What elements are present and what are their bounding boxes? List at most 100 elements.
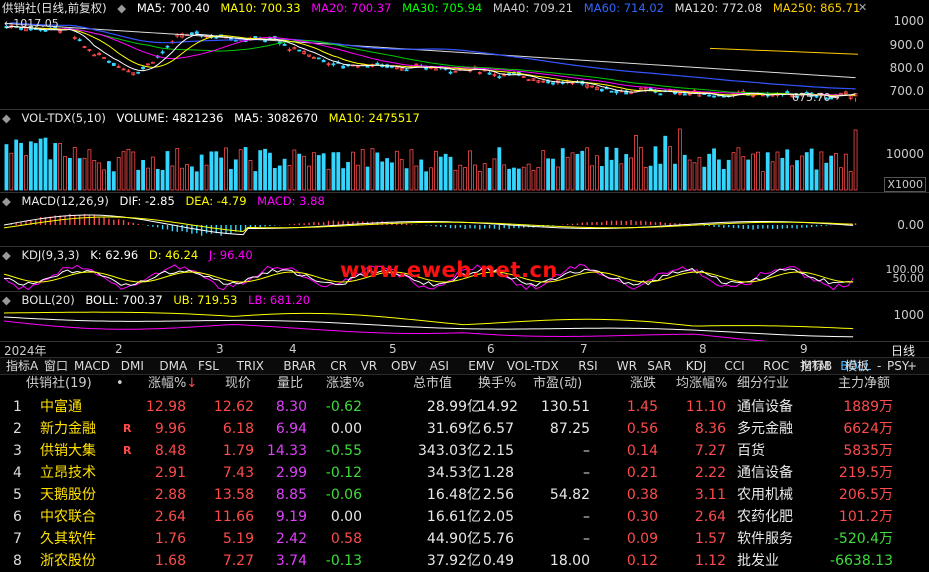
tab-psy[interactable]: PSY	[887, 358, 909, 374]
volume-bar	[585, 147, 590, 191]
tab-wr[interactable]: WR	[617, 358, 637, 374]
col-header-avg[interactable]: 均涨幅%	[676, 374, 727, 394]
tab-asi[interactable]: ASI	[430, 358, 449, 374]
cell-avg: 2.64	[694, 509, 726, 525]
table-row[interactable]: 8 浙农股份 1.68 7.27 3.74 -0.13 37.92亿 0.49 18.00 0.1…	[0, 550, 929, 572]
volume-bar	[746, 159, 751, 191]
tab-emv[interactable]: EMV	[468, 358, 494, 374]
tab-trix[interactable]: TRIX	[237, 358, 264, 374]
timeline-month: 7	[580, 342, 588, 356]
cell-change: 1.45	[626, 399, 658, 415]
boll-panel[interactable]: ◆ BOLL(20) BOLL: 700.37 UB: 719.53 LB: 6…	[0, 292, 880, 342]
cell-vr: 2.42	[275, 531, 307, 547]
volume-bar	[180, 167, 185, 191]
volume-bar	[682, 154, 687, 191]
candle	[102, 57, 106, 60]
tab-指标a[interactable]: 指标A	[6, 358, 38, 374]
cell-pe: 54.82	[549, 487, 590, 503]
cell-pe: –	[583, 509, 590, 525]
macd-panel[interactable]: ◆ MACD(12,26,9) DIF: -2.85 DEA: -4.79 MA…	[0, 193, 880, 246]
table-row[interactable]: 4 立昂技术 2.91 7.43 2.99 -0.12 34.53亿 1.28 – 0.21 2.2…	[0, 462, 929, 484]
volume-bar	[502, 164, 507, 191]
tab-obv[interactable]: OBV	[391, 358, 417, 374]
cell-change: 0.30	[626, 509, 658, 525]
cell-flow: -6638.13	[830, 553, 893, 569]
cell-mcap: 44.90亿	[426, 531, 481, 547]
tab-indicator-b[interactable]: 指标B	[800, 358, 832, 374]
col-header-pe[interactable]: 市盈(动)	[533, 374, 582, 394]
candle	[404, 69, 409, 72]
candle	[448, 71, 453, 74]
table-row[interactable]: 5 天鹅股份 2.88 13.58 8.85 -0.06 16.48亿 2.56 54.82 0.…	[0, 484, 929, 506]
cell-pe: 87.25	[549, 421, 590, 437]
tab-kdj[interactable]: KDJ	[686, 358, 707, 374]
col-header-industry[interactable]: 细分行业	[737, 374, 789, 394]
volume-bar	[229, 168, 233, 191]
cell-flow: -520.4万	[833, 531, 893, 547]
tab-dma[interactable]: DMA	[159, 358, 187, 374]
tab-cci[interactable]: CCI	[724, 358, 744, 374]
volume-bar	[848, 171, 853, 191]
tab-rsi[interactable]: RSI	[578, 358, 598, 374]
candle	[497, 76, 502, 79]
col-header-price[interactable]: 现价	[225, 374, 251, 394]
tab-macd[interactable]: MACD	[74, 358, 110, 374]
col-header-speed[interactable]: 涨速%	[326, 374, 364, 394]
volume-bar	[521, 166, 526, 191]
indicator-tabs: 指标A 窗口 MACD DMI DMA FSL TRIX BRAR CR VR OBV ASI EMV V…	[0, 357, 929, 375]
candle	[160, 51, 165, 54]
cell-change: 0.21	[626, 465, 658, 481]
boll-axis: 1000	[880, 292, 929, 342]
volume-bar	[458, 164, 463, 191]
col-header-chg[interactable]: 涨幅%↓	[148, 374, 197, 394]
col-header-vr[interactable]: 量比	[277, 374, 303, 394]
volume-bar	[707, 153, 712, 191]
volume-bar	[150, 156, 155, 191]
tab-窗口[interactable]: 窗口	[44, 358, 68, 374]
col-header-name[interactable]: 供销社(19)	[26, 374, 92, 394]
volume-bar	[497, 147, 502, 191]
zoom-in-button[interactable]: +	[907, 358, 917, 374]
volume-bar	[72, 147, 77, 191]
price-chart-panel[interactable]: 供销社(日线,前复权) ◆ MA5: 700.40 MA10: 700.33 M…	[0, 0, 880, 110]
tab-brar[interactable]: BRAR	[283, 358, 316, 374]
volume-bar	[760, 171, 765, 191]
zoom-out-button[interactable]: -	[877, 358, 881, 374]
volume-bar	[721, 168, 726, 191]
volume-bar	[87, 149, 92, 191]
table-row[interactable]: 3 供销大集 R 8.48 1.79 14.33 -0.55 343.03亿 2.15–0.14…	[0, 440, 929, 462]
col-header-flow[interactable]: 主力净额	[838, 374, 890, 394]
col-header-change[interactable]: 涨跌	[630, 374, 656, 394]
col-header-turn[interactable]: 换手%	[478, 374, 516, 394]
tab-fsl[interactable]: FSL	[198, 358, 219, 374]
volume-bar	[14, 139, 19, 191]
candle	[297, 49, 302, 52]
volume-bar	[565, 156, 570, 191]
table-row[interactable]: 2 新力金融 R 9.96 6.18 6.94 0.00 31.69亿 6.57 87.25 0.5…	[0, 418, 929, 440]
cell-vr: 9.19	[275, 509, 307, 525]
col-header-mcap[interactable]: 总市值	[413, 374, 452, 394]
volume-bar	[224, 147, 228, 191]
tab-vol-tdx[interactable]: VOL-TDX	[507, 358, 559, 374]
tab-roc[interactable]: ROC	[763, 358, 789, 374]
table-row[interactable]: 7 久其软件 1.76 5.19 2.42 0.58 44.90亿 5.76 – 0.09 1.57…	[0, 528, 929, 550]
candle	[785, 91, 790, 94]
volume-bar	[155, 168, 160, 191]
cell-vr: 14.33	[266, 443, 307, 459]
tab-sar[interactable]: SAR	[647, 358, 671, 374]
candle	[609, 90, 614, 93]
volume-bar	[414, 165, 419, 191]
tab-dmi[interactable]: DMI	[121, 358, 144, 374]
tab-cr[interactable]: CR	[330, 358, 347, 374]
cell-chg: 8.48	[154, 443, 186, 459]
volume-panel[interactable]: ◆ VOL-TDX(5,10) VOLUME: 4821236 MA5: 308…	[0, 110, 880, 192]
volume-bar	[595, 155, 599, 191]
tab-template[interactable]: 模板	[845, 358, 869, 374]
table-row[interactable]: 6 中农联合 2.64 11.66 9.19 0.00 16.61亿 2.05 – 0.30 2.6…	[0, 506, 929, 528]
cell-pe: –	[583, 443, 590, 459]
candle	[111, 62, 116, 66]
tab-vr[interactable]: VR	[361, 358, 378, 374]
cell-no: 4	[13, 465, 22, 481]
table-row[interactable]: 1 中富通 12.98 12.62 8.30 -0.62 28.99亿 14.92 130.51…	[0, 396, 929, 418]
volume-bar	[536, 166, 541, 191]
